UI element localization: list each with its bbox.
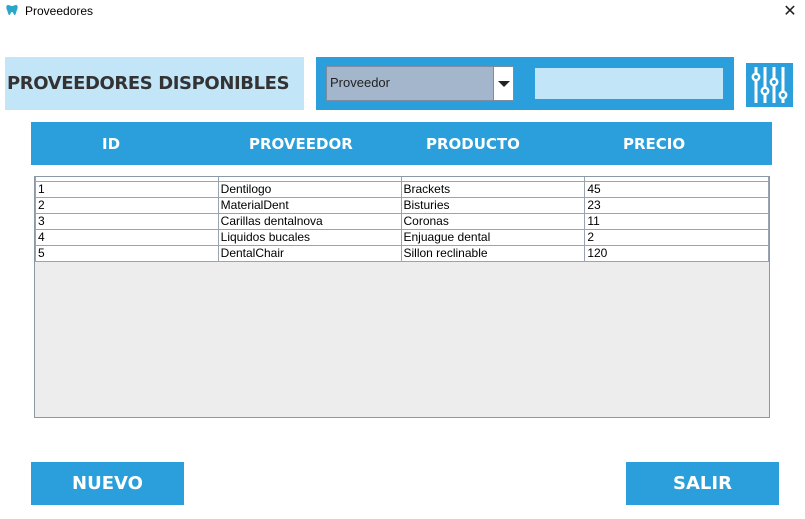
cell-producto[interactable]: Sillon reclinable [400,244,586,262]
cell-proveedor[interactable]: Dentilogo [217,180,402,198]
cell-precio[interactable]: 120 [584,244,769,262]
salir-button[interactable]: SALIR [626,462,779,505]
table-row[interactable]: 3 Carillas dentalnova Coronas 11 [35,212,769,230]
tooth-icon [6,5,18,15]
cell-id[interactable]: 4 [35,228,219,246]
cell-proveedor[interactable]: Carillas dentalnova [217,212,402,230]
table-row[interactable]: 2 MaterialDent Bisturies 23 [35,196,769,214]
chevron-down-icon[interactable] [498,81,510,87]
table-header: ID PROVEEDOR PRODUCTO PRECIO [31,122,772,165]
cell-producto[interactable]: Bisturies [400,196,586,214]
table-row[interactable]: 5 DentalChair Sillon reclinable 120 [35,244,769,262]
cell-producto[interactable]: Enjuague dental [400,228,586,246]
cell-precio[interactable]: 45 [584,180,769,198]
cell-id[interactable]: 2 [35,196,219,214]
cell-id[interactable]: 5 [35,244,219,262]
cell-proveedor[interactable]: Liquidos bucales [217,228,402,246]
nuevo-button[interactable]: NUEVO [31,462,184,505]
dropdown-button[interactable] [493,67,513,100]
table-row[interactable]: 4 Liquidos bucales Enjuague dental 2 [35,228,769,246]
cell-precio[interactable]: 23 [584,196,769,214]
table-row[interactable]: 1 Dentilogo Brackets 45 [35,180,769,198]
header-panel: PROVEEDORES DISPONIBLES [5,57,304,110]
data-table[interactable]: 1 Dentilogo Brackets 45 2 MaterialDent B… [35,177,769,262]
cell-precio[interactable]: 2 [584,228,769,246]
filter-field-select[interactable]: Proveedor [326,66,514,101]
column-header-precio[interactable]: PRECIO [623,135,685,153]
close-icon[interactable]: ✕ [783,1,796,20]
column-header-producto[interactable]: PRODUCTO [426,135,520,153]
filter-select-value[interactable]: Proveedor [330,75,390,90]
cell-id[interactable]: 3 [35,212,219,230]
cell-precio[interactable]: 11 [584,212,769,230]
search-input[interactable] [535,68,723,99]
window-title: Proveedores [25,4,94,18]
cell-proveedor[interactable]: DentalChair [217,244,402,262]
filter-bar: Proveedor [316,57,734,110]
cell-producto[interactable]: Coronas [400,212,586,230]
cell-producto[interactable]: Brackets [400,180,586,198]
sliders-icon[interactable] [746,63,793,107]
cell-id[interactable]: 1 [35,180,219,198]
page-title: PROVEEDORES DISPONIBLES [7,73,290,94]
title-bar: Proveedores ✕ [0,0,805,22]
close-button[interactable]: ✕ [779,0,801,22]
column-header-proveedor[interactable]: PROVEEDOR [249,135,353,153]
column-header-id[interactable]: ID [102,135,120,153]
proveedores-window: Proveedores ✕ PROVEEDORES DISPONIBLES Pr… [0,0,805,519]
table-area[interactable]: 1 Dentilogo Brackets 45 2 MaterialDent B… [34,176,770,418]
cell-proveedor[interactable]: MaterialDent [217,196,402,214]
